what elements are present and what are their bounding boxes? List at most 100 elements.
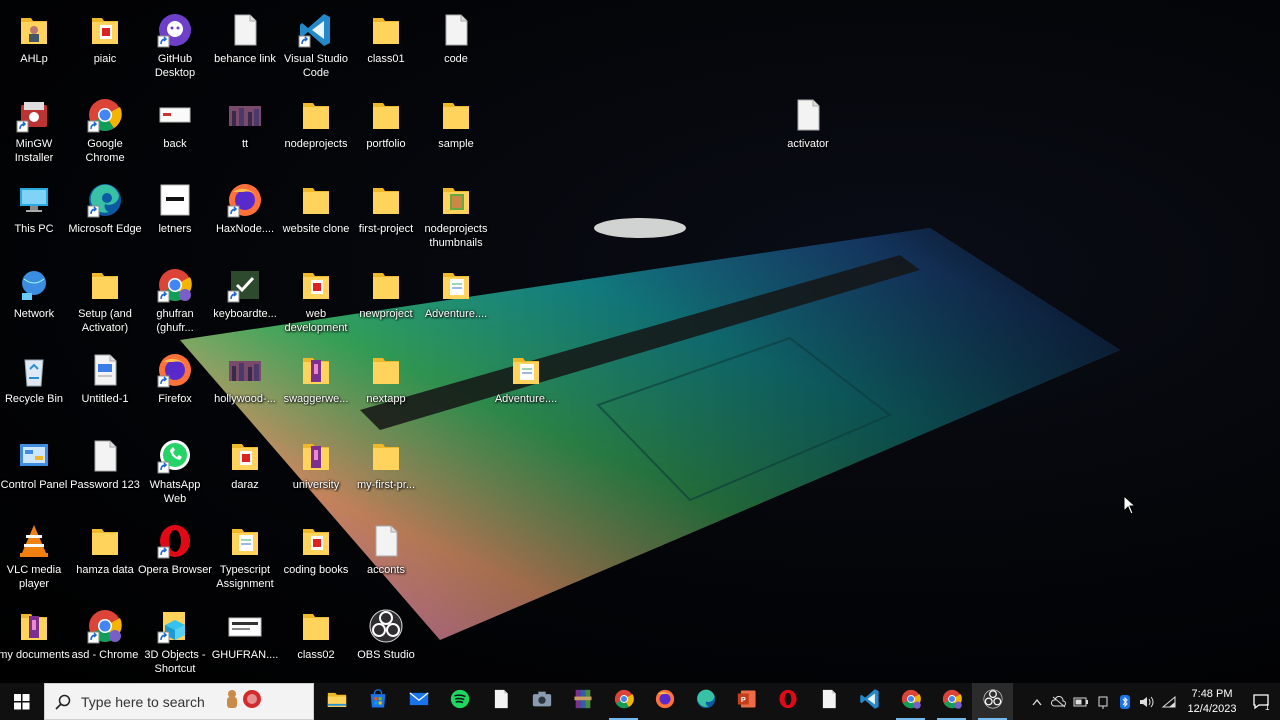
system-clock[interactable]: 7:48 PM 12/4/2023 xyxy=(1180,687,1244,717)
desktop-icon-label: nodeprojects xyxy=(284,138,348,150)
desktop-icon-haxnode[interactable]: HaxNode.... xyxy=(209,176,281,260)
wifi-icon[interactable] xyxy=(1158,683,1180,720)
desktop-icon-tt[interactable]: tt xyxy=(209,91,281,175)
desktop-icon-nodeprojects[interactable]: nodeprojects xyxy=(280,91,352,175)
desktop-icon-control-panel[interactable]: Control Panel xyxy=(0,432,70,516)
desktop-icon-network[interactable]: Network xyxy=(0,261,70,345)
desktop-icon-google-chrome[interactable]: Google Chrome xyxy=(69,91,141,175)
desktop-icon-website-clone[interactable]: website clone xyxy=(280,176,352,260)
desktop-icon-class02[interactable]: class02 xyxy=(280,602,352,686)
taskbar-app-camera[interactable] xyxy=(521,683,562,720)
image-city-icon xyxy=(227,97,263,133)
volume-icon[interactable] xyxy=(1136,683,1158,720)
desktop-icon-back[interactable]: back xyxy=(139,91,211,175)
desktop-icon-first-project[interactable]: first-project xyxy=(350,176,422,260)
desktop-icon-university[interactable]: university xyxy=(280,432,352,516)
desktop-icon-typescript-assignment[interactable]: Typescript Assignment xyxy=(209,517,281,601)
desktop-icon-class01[interactable]: class01 xyxy=(350,6,422,90)
desktop-icon-opera-browser[interactable]: Opera Browser xyxy=(138,517,212,601)
taskbar-app-file-explorer[interactable] xyxy=(316,683,357,720)
desktop-icon-this-pc[interactable]: This PC xyxy=(0,176,70,260)
obs-icon xyxy=(982,688,1004,715)
taskbar-app-chrome-user-2[interactable] xyxy=(931,683,972,720)
taskbar-app-opera[interactable] xyxy=(767,683,808,720)
desktop-icon-hollywood[interactable]: hollywood-... xyxy=(209,346,281,430)
desktop-icon-password-123[interactable]: Password 123 xyxy=(69,432,141,516)
battery-icon[interactable] xyxy=(1070,683,1092,720)
desktop-icon-letners[interactable]: letners xyxy=(139,176,211,260)
desktop-icon-github-desktop[interactable]: GitHub Desktop xyxy=(139,6,211,90)
desktop-icon-web-development[interactable]: web development xyxy=(280,261,352,345)
taskbar-app-winrar[interactable] xyxy=(562,683,603,720)
desktop-icon-acconts[interactable]: acconts xyxy=(350,517,422,601)
desktop-icon-sample[interactable]: sample xyxy=(420,91,492,175)
desktop-icon-microsoft-edge[interactable]: Microsoft Edge xyxy=(68,176,142,260)
desktop-icon-label: behance link xyxy=(214,53,276,65)
chrome-icon xyxy=(613,688,635,715)
taskbar-app-obs[interactable] xyxy=(972,683,1013,720)
desktop-icon-obs-studio[interactable]: OBS Studio xyxy=(350,602,422,686)
taskbar-app-firefox[interactable] xyxy=(644,683,685,720)
desktop-icon-mingw-installer[interactable]: MinGW Installer xyxy=(0,91,70,175)
desktop-icon-label: Network xyxy=(13,308,55,320)
taskbar-app-powerpoint[interactable]: P xyxy=(726,683,767,720)
desktop-icon-my-documents[interactable]: my documents xyxy=(0,602,70,686)
desktop-icon-portfolio[interactable]: portfolio xyxy=(350,91,422,175)
cloud-offline-icon[interactable] xyxy=(1048,683,1070,720)
desktop-icon-recycle-bin[interactable]: Recycle Bin xyxy=(0,346,70,430)
start-button[interactable] xyxy=(0,683,44,720)
edge-icon xyxy=(695,688,717,715)
desktop-icon-my-first-pr[interactable]: my-first-pr... xyxy=(350,432,422,516)
desktop-icon-label: Recycle Bin xyxy=(4,393,64,405)
desktop-icon-daraz[interactable]: daraz xyxy=(209,432,281,516)
desktop-icon-coding-books[interactable]: coding books xyxy=(280,517,352,601)
opera-icon xyxy=(777,688,799,715)
desktop-icon-behance-link[interactable]: behance link xyxy=(209,6,281,90)
desktop-icon-nodeprojects-thumbnails[interactable]: nodeprojects thumbnails xyxy=(420,176,492,260)
desktop-icon-label: sample xyxy=(438,138,474,150)
taskbar-app-edge[interactable] xyxy=(685,683,726,720)
desktop-icon-code[interactable]: code xyxy=(420,6,492,90)
desktop-icon-activator[interactable]: activator xyxy=(772,91,844,175)
desktop-icon-asd-chrome[interactable]: asd - Chrome xyxy=(69,602,141,686)
taskbar-app-microsoft-store[interactable] xyxy=(357,683,398,720)
desktop-icon-label: 3D Objects - Shortcut xyxy=(144,649,206,675)
taskbar-app-notepad[interactable] xyxy=(480,683,521,720)
show-hidden-icons-icon[interactable] xyxy=(1026,683,1048,720)
desktop-icon-adventure[interactable]: Adventure.... xyxy=(490,346,562,430)
taskbar-app-chrome-user[interactable] xyxy=(890,683,931,720)
desktop-icon-vlc-media-player[interactable]: VLC media player xyxy=(0,517,70,601)
desktop-icon-firefox[interactable]: Firefox xyxy=(139,346,211,430)
desktop-icon-whatsapp-web[interactable]: WhatsApp Web xyxy=(139,432,211,516)
desktop-icon-swaggerwe[interactable]: swaggerwe... xyxy=(280,346,352,430)
desktop-icon-ahlp[interactable]: AHLp xyxy=(0,6,70,90)
powerpoint-icon: P xyxy=(736,688,758,715)
recycle-icon xyxy=(16,352,52,388)
taskbar-app-spotify[interactable] xyxy=(439,683,480,720)
desktop-icon-nextapp[interactable]: nextapp xyxy=(350,346,422,430)
desktop-icon-visual-studio-code[interactable]: Visual Studio Code xyxy=(280,6,352,90)
desktop-icon-hamza-data[interactable]: hamza data xyxy=(69,517,141,601)
notification-center-button[interactable]: 1 xyxy=(1244,683,1280,720)
desktop-icon-label: asd - Chrome xyxy=(71,649,139,661)
control-icon xyxy=(16,438,52,474)
desktop-icon-piaic[interactable]: piaic xyxy=(69,6,141,90)
taskbar-app-vscode[interactable] xyxy=(849,683,890,720)
taskbar-app-mail[interactable] xyxy=(398,683,439,720)
taskbar-app-chrome[interactable] xyxy=(603,683,644,720)
taskbar-search-box[interactable]: Type here to search xyxy=(44,683,314,720)
bluetooth-icon[interactable] xyxy=(1114,683,1136,720)
desktop-icon-label: AHLp xyxy=(20,53,48,65)
desktop-icon-ghufran-ghufr[interactable]: ghufran (ghufr... xyxy=(139,261,211,345)
desktop-icon-setup-and-activator[interactable]: Setup (and Activator) xyxy=(69,261,141,345)
vscode-icon xyxy=(298,12,334,48)
desktop-icon-adventure[interactable]: Adventure.... xyxy=(420,261,492,345)
usb-device-icon[interactable] xyxy=(1092,683,1114,720)
desktop-icon-ghufran[interactable]: GHUFRAN.... xyxy=(209,602,281,686)
desktop-icon-newproject[interactable]: newproject xyxy=(350,261,422,345)
taskbar-app-notepad-2[interactable] xyxy=(808,683,849,720)
desktop-icon-3d-objects-shortcut[interactable]: 3D Objects - Shortcut xyxy=(139,602,211,686)
desktop-icon-untitled-1[interactable]: Untitled-1 xyxy=(69,346,141,430)
desktop-icon-keyboardte[interactable]: keyboardte... xyxy=(209,261,281,345)
doc-icon xyxy=(790,97,826,133)
